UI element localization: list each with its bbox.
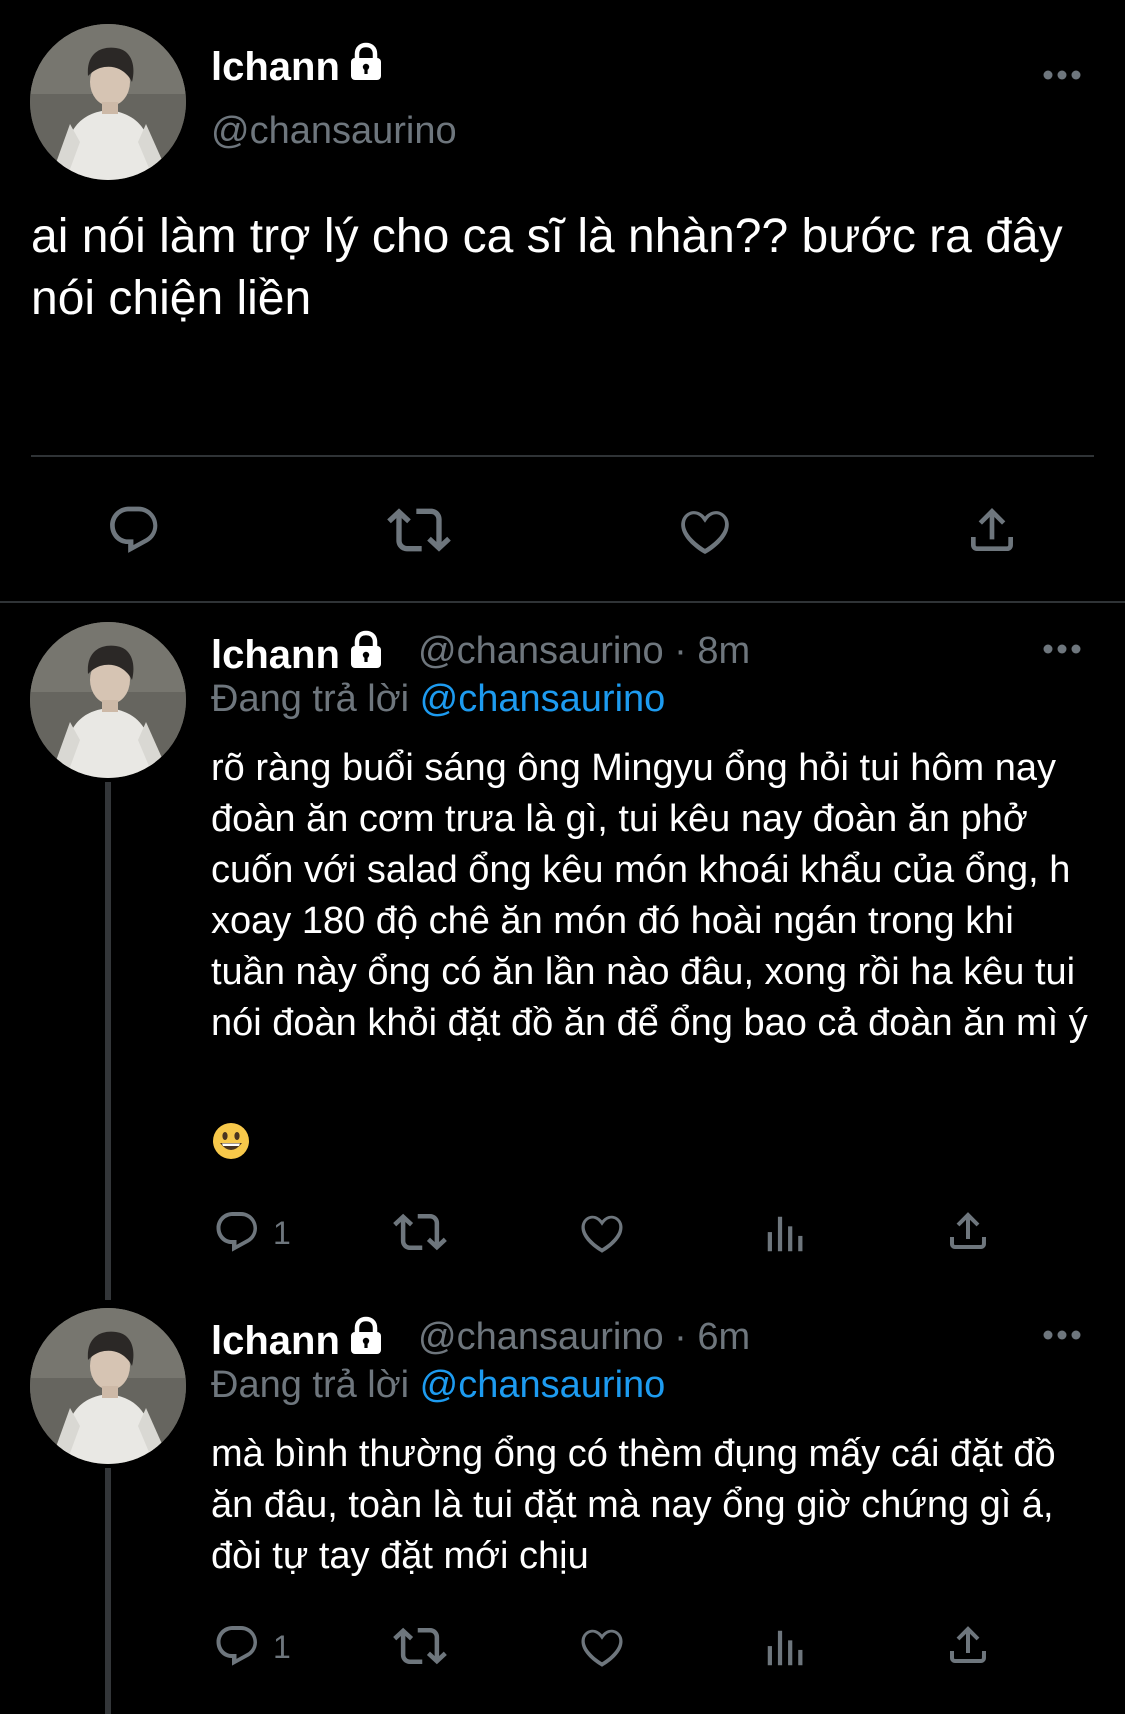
grinning-face-emoji (213, 1123, 249, 1159)
reply-text: mà bình thường ổng có thèm đụng mấy cái … (211, 1433, 1056, 1577)
retweet-icon[interactable] (393, 1205, 447, 1259)
retweet-icon[interactable] (387, 498, 451, 562)
reply-icon[interactable] (213, 1208, 261, 1256)
mention-link[interactable]: @chansaurino (420, 678, 666, 720)
display-name-row[interactable]: lchann (211, 1316, 386, 1364)
more-options-icon[interactable] (1042, 643, 1082, 655)
share-icon[interactable] (944, 1621, 992, 1669)
display-name-row[interactable]: lchann (211, 42, 386, 90)
display-name: lchann (211, 45, 340, 89)
lock-icon (346, 630, 386, 670)
like-icon[interactable] (676, 501, 734, 559)
reply-icon[interactable] (106, 502, 162, 558)
tweet-text: ai nói làm trợ lý cho ca sĩ là nhàn?? bư… (31, 210, 1063, 325)
thread-line (105, 782, 111, 1300)
share-icon[interactable] (944, 1207, 992, 1255)
display-name-row[interactable]: lchann (211, 630, 386, 678)
avatar[interactable] (30, 24, 186, 180)
analytics-icon[interactable] (762, 1211, 808, 1257)
reply-text: rõ ràng buổi sáng ông Mingyu ổng hỏi tui… (211, 747, 1088, 1044)
avatar[interactable] (30, 622, 186, 778)
lock-icon (346, 42, 386, 82)
divider (0, 601, 1125, 603)
replying-to-label: Đang trả lời (211, 1364, 410, 1406)
share-icon[interactable] (964, 502, 1020, 558)
analytics-icon[interactable] (762, 1625, 808, 1671)
avatar[interactable] (30, 1308, 186, 1464)
like-icon[interactable] (577, 1207, 627, 1257)
thread-line (105, 1468, 111, 1714)
reply-count: 1 (273, 1629, 291, 1665)
divider (31, 455, 1094, 457)
display-name: lchann (211, 1319, 340, 1363)
reply-count: 1 (273, 1215, 291, 1251)
handle-and-time[interactable]: @chansaurino · 8m (418, 630, 750, 673)
replying-to: Đang trả lời @chansaurino (211, 1364, 665, 1407)
retweet-icon[interactable] (393, 1619, 447, 1673)
more-options-icon[interactable] (1042, 1329, 1082, 1341)
replying-to-label: Đang trả lời (211, 678, 410, 720)
handle[interactable]: @chansaurino (211, 110, 457, 153)
replying-to: Đang trả lời @chansaurino (211, 678, 665, 721)
handle-and-time[interactable]: @chansaurino · 6m (418, 1316, 750, 1359)
like-icon[interactable] (577, 1621, 627, 1671)
more-options-icon[interactable] (1042, 69, 1082, 81)
display-name: lchann (211, 633, 340, 677)
lock-icon (346, 1316, 386, 1356)
reply-icon[interactable] (213, 1622, 261, 1670)
mention-link[interactable]: @chansaurino (420, 1364, 666, 1406)
